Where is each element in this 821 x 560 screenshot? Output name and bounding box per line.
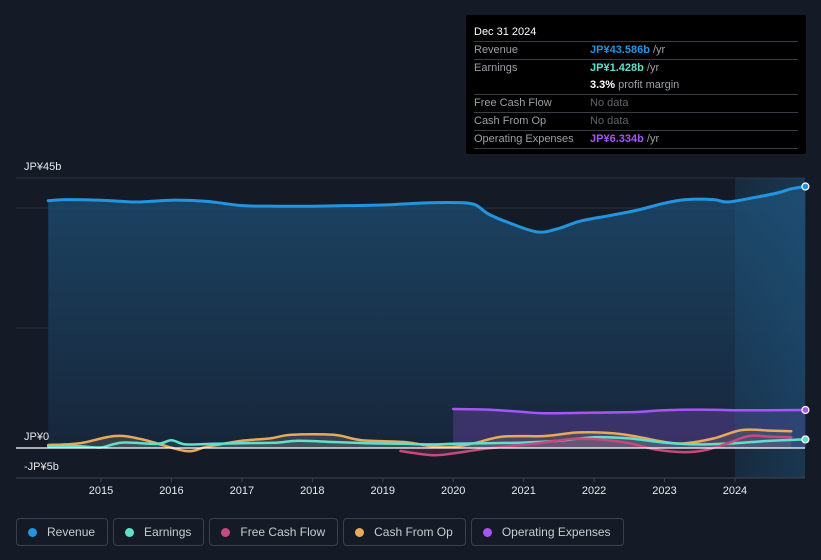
tooltip-value: JP¥1.428b bbox=[590, 62, 644, 74]
tooltip-unit: profit margin bbox=[615, 79, 680, 91]
x-tick-label: 2022 bbox=[582, 485, 606, 497]
legend-item-operating-expenses[interactable]: Operating Expenses bbox=[470, 518, 624, 546]
y-tick-label: JP¥45b bbox=[24, 161, 61, 173]
tooltip-label: Revenue bbox=[474, 44, 519, 56]
tooltip-value: 3.3% bbox=[590, 79, 616, 91]
tooltip-label: Operating Expenses bbox=[474, 133, 574, 145]
operating-expenses-endpoint bbox=[801, 405, 810, 415]
x-tick-label: 2023 bbox=[652, 485, 676, 497]
legend-label: Revenue bbox=[47, 525, 96, 539]
tooltip-unit: /yr bbox=[643, 133, 660, 145]
cash-from-op-dot-icon bbox=[355, 527, 365, 537]
y-tick-label: JP¥0 bbox=[24, 431, 49, 443]
earnings-dot-icon bbox=[125, 527, 135, 537]
x-tick-label: 2020 bbox=[441, 485, 465, 497]
series-areas bbox=[48, 186, 806, 456]
operating-expenses-dot-icon bbox=[482, 527, 492, 537]
x-tick-label: 2021 bbox=[511, 485, 535, 497]
tooltip-row-operating-expenses: Operating Expenses JP¥6.334b /yr bbox=[474, 131, 798, 149]
x-tick-label: 2016 bbox=[159, 485, 183, 497]
tooltip-value: No data bbox=[590, 97, 629, 109]
revenue-dot-icon bbox=[28, 527, 37, 537]
legend: Revenue Earnings Free Cash Flow Cash Fro… bbox=[16, 518, 624, 546]
tooltip-label: Free Cash Flow bbox=[474, 97, 552, 109]
tooltip-row-revenue: Revenue JP¥43.586b /yr bbox=[474, 42, 798, 60]
tooltip-row-profit-margin: 3.3% profit margin bbox=[474, 77, 798, 95]
tooltip-row-earnings: Earnings JP¥1.428b /yr bbox=[474, 60, 798, 77]
tooltip-unit: /yr bbox=[649, 44, 666, 56]
x-axis-ticks: 2015 2016 2017 2018 2019 2020 2021 2022 2023 2024 bbox=[89, 478, 747, 497]
tooltip-value: JP¥6.334b bbox=[590, 133, 644, 145]
tooltip-value: JP¥43.586b bbox=[590, 44, 650, 56]
x-tick-label: 2018 bbox=[300, 485, 324, 497]
tooltip-value: No data bbox=[590, 115, 629, 127]
legend-label: Operating Expenses bbox=[501, 525, 611, 539]
tooltip-date: Dec 31 2024 bbox=[474, 23, 798, 42]
x-tick-label: 2017 bbox=[230, 485, 254, 497]
legend-label: Cash From Op bbox=[374, 525, 453, 539]
tooltip-row-cash-from-op: Cash From Op No data bbox=[474, 113, 798, 131]
x-tick-label: 2015 bbox=[89, 485, 113, 497]
tooltip-label bbox=[474, 77, 590, 94]
legend-item-revenue[interactable]: Revenue bbox=[16, 518, 109, 546]
legend-item-free-cash-flow[interactable]: Free Cash Flow bbox=[209, 518, 339, 546]
legend-label: Earnings bbox=[144, 525, 192, 539]
y-tick-label: -JP¥5b bbox=[24, 461, 59, 473]
tooltip-label: Earnings bbox=[474, 62, 518, 74]
tooltip: Dec 31 2024 Revenue JP¥43.586b /yr Earni… bbox=[466, 15, 806, 154]
x-tick-label: 2019 bbox=[371, 485, 395, 497]
legend-label: Free Cash Flow bbox=[240, 525, 326, 539]
legend-item-earnings[interactable]: Earnings bbox=[113, 518, 205, 546]
highlight-range bbox=[734, 178, 805, 478]
tooltip-row-free-cash-flow: Free Cash Flow No data bbox=[474, 95, 798, 113]
x-tick-label: 2024 bbox=[723, 485, 747, 497]
legend-item-cash-from-op[interactable]: Cash From Op bbox=[343, 518, 466, 546]
free-cash-flow-dot-icon bbox=[221, 527, 231, 537]
tooltip-unit: /yr bbox=[643, 62, 660, 74]
tooltip-label: Cash From Op bbox=[474, 115, 547, 127]
revenue-endpoint bbox=[801, 182, 810, 191]
earnings-endpoint bbox=[801, 435, 810, 444]
